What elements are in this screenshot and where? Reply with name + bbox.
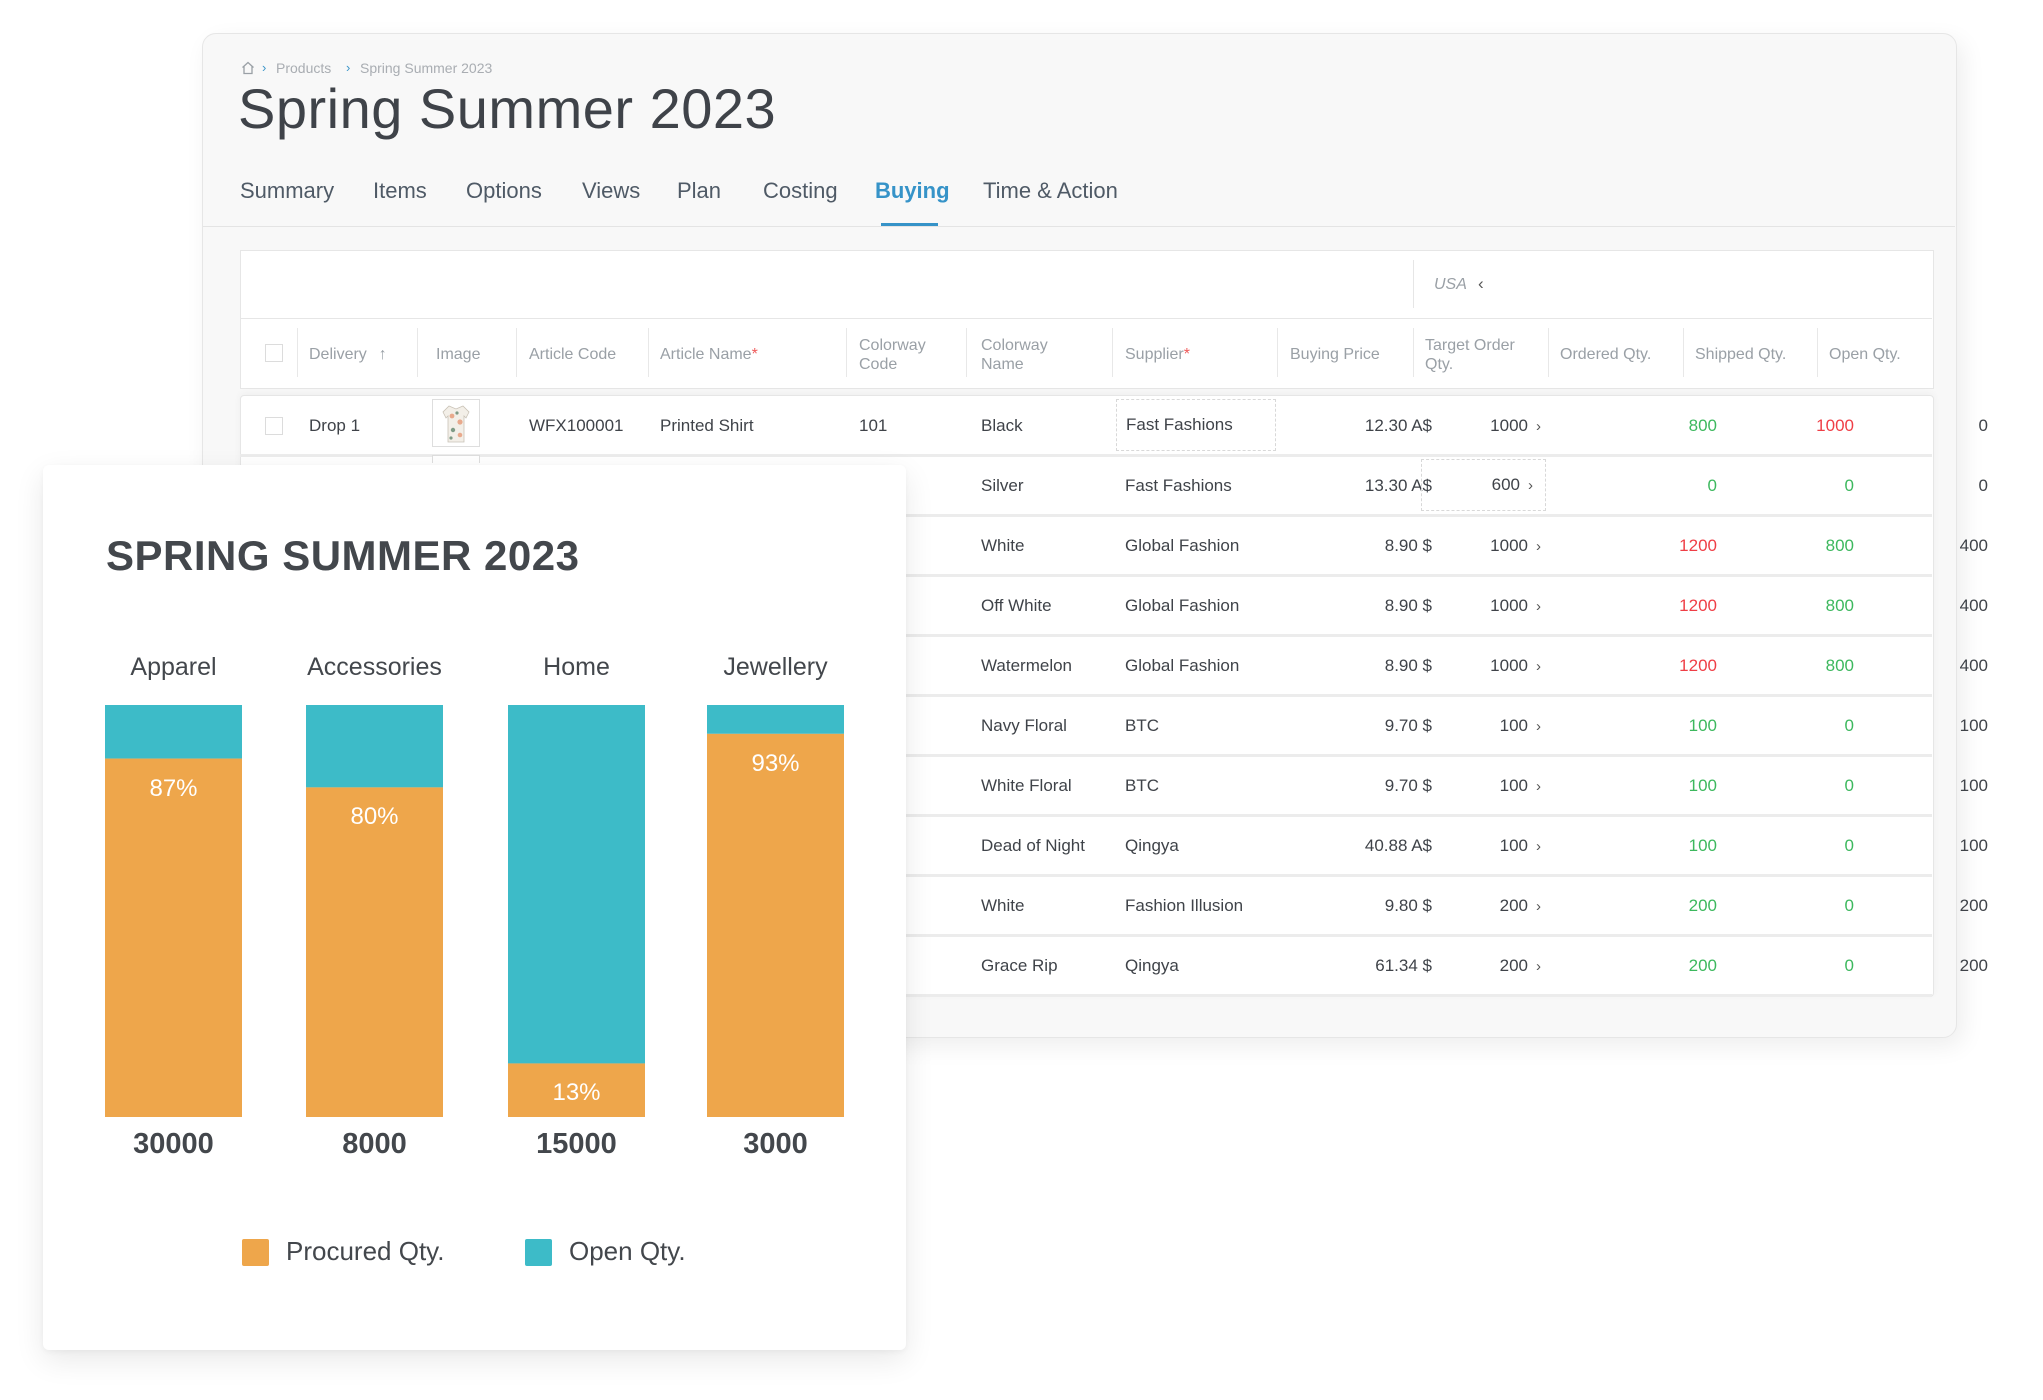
total-label: 15000 <box>536 1128 617 1160</box>
category-label: Jewellery <box>723 653 828 681</box>
bar-segment-open-accessories <box>306 705 443 788</box>
bar-segment-procured-apparel <box>105 758 242 1117</box>
legend-swatch-open <box>525 1239 552 1266</box>
total-label: 8000 <box>342 1128 407 1160</box>
total-label: 30000 <box>133 1128 214 1160</box>
bar-segment-procured-accessories <box>306 787 443 1117</box>
category-label: Accessories <box>307 653 442 681</box>
legend-label-open: Open Qty. <box>569 1236 686 1266</box>
percentage-label: 93% <box>751 749 800 777</box>
stacked-bar-chart <box>105 705 844 1117</box>
percentage-label: 87% <box>149 774 198 802</box>
category-label: Apparel <box>130 653 217 681</box>
bar-segment-procured-jewellery <box>707 733 844 1117</box>
category-label: Home <box>543 653 610 681</box>
percentage-label: 13% <box>552 1079 601 1107</box>
bar-segment-open-apparel <box>105 705 242 759</box>
legend-swatch-procured <box>242 1239 269 1266</box>
bar-segment-open-jewellery <box>707 705 844 734</box>
total-label: 3000 <box>743 1128 808 1160</box>
legend-label-procured: Procured Qty. <box>286 1236 445 1266</box>
bar-segment-open-home <box>508 705 645 1064</box>
percentage-label: 80% <box>350 803 399 831</box>
